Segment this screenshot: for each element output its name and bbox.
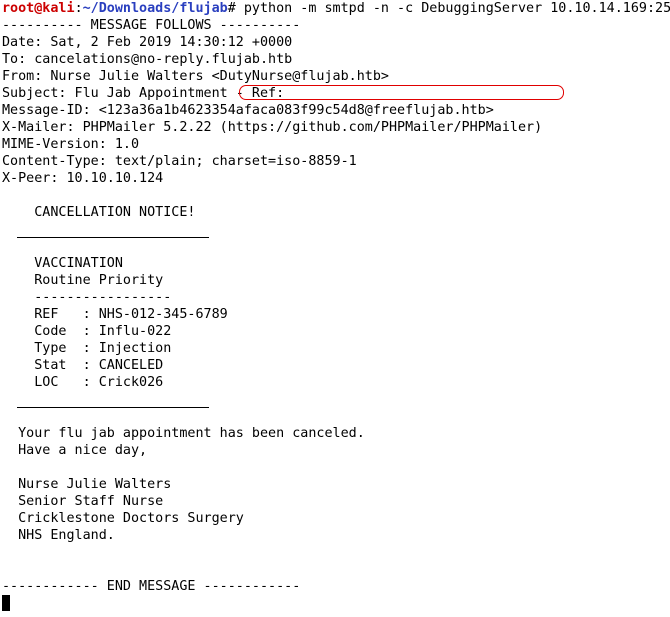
- notice-title: CANCELLATION NOTICE!: [34, 205, 196, 220]
- signature-practice: Cricklestone Doctors Surgery: [18, 511, 244, 526]
- content-type-header: Content-Type: text/plain; charset=iso-88…: [2, 154, 357, 169]
- field-loc-value: Crick026: [98, 375, 164, 390]
- from-header: From: Nurse Julie Walters <DutyNurse@flu…: [2, 69, 389, 84]
- field-code: Code : Influ-022: [34, 324, 172, 339]
- to-header: To: cancelations@no-reply.flujab.htb: [2, 52, 293, 67]
- prompt-symbol: #: [227, 1, 244, 16]
- field-loc: LOC : Crick026: [34, 375, 164, 390]
- prompt-command: python -m smtpd -n -c DebuggingServer 10…: [243, 1, 670, 16]
- terminal-cursor: [2, 595, 10, 611]
- prompt-line: root@kali:~/Downloads/flujab# python -m …: [2, 0, 670, 17]
- signature-org: NHS England.: [18, 528, 115, 543]
- end-message-line: ------------ END MESSAGE ------------: [2, 579, 301, 594]
- field-stat: Stat : CANCELED: [34, 358, 164, 373]
- section-heading: VACCINATION: [34, 256, 123, 271]
- field-type-value: Injection: [98, 341, 172, 356]
- field-type: Type : Injection: [34, 341, 172, 356]
- field-ref: REF : NHS-012-345-6789: [34, 307, 228, 322]
- subject-header: Subject: Flu Jab Appointment - Ref:: [2, 86, 285, 101]
- date-header: Date: Sat, 2 Feb 2019 14:30:12 +0000: [2, 35, 293, 50]
- prompt-path: ~/Downloads/flujab: [82, 1, 228, 16]
- body-divider-top: [17, 237, 209, 238]
- body-divider-bottom: [17, 407, 209, 408]
- field-ref-value: NHS-012-345-6789: [98, 307, 228, 322]
- mime-version-header: MIME-Version: 1.0: [2, 137, 140, 152]
- x-peer-header: X-Peer: 10.10.10.124: [2, 171, 164, 186]
- terminal-output[interactable]: root@kali:~/Downloads/flujab# python -m …: [2, 0, 670, 612]
- message-line-2: Have a nice day,: [18, 443, 148, 458]
- cursor-line: [2, 595, 668, 612]
- message-id-header: Message-ID: <123a36a1b4623354afaca083f99…: [2, 103, 494, 118]
- section-priority: Routine Priority: [34, 273, 164, 288]
- prompt-user: root@kali: [2, 1, 75, 16]
- x-mailer-header: X-Mailer: PHPMailer 5.2.22 (https://gith…: [2, 120, 543, 135]
- message-line-1: Your flu jab appointment has been cancel…: [18, 426, 365, 441]
- signature-role: Senior Staff Nurse: [18, 494, 164, 509]
- signature-name: Nurse Julie Walters: [18, 477, 172, 492]
- section-divider: -----------------: [34, 290, 172, 305]
- message-follows-line: ---------- MESSAGE FOLLOWS ----------: [2, 18, 301, 33]
- field-stat-value: CANCELED: [98, 358, 164, 373]
- prompt-separator: :: [74, 1, 83, 16]
- field-code-value: Influ-022: [98, 324, 172, 339]
